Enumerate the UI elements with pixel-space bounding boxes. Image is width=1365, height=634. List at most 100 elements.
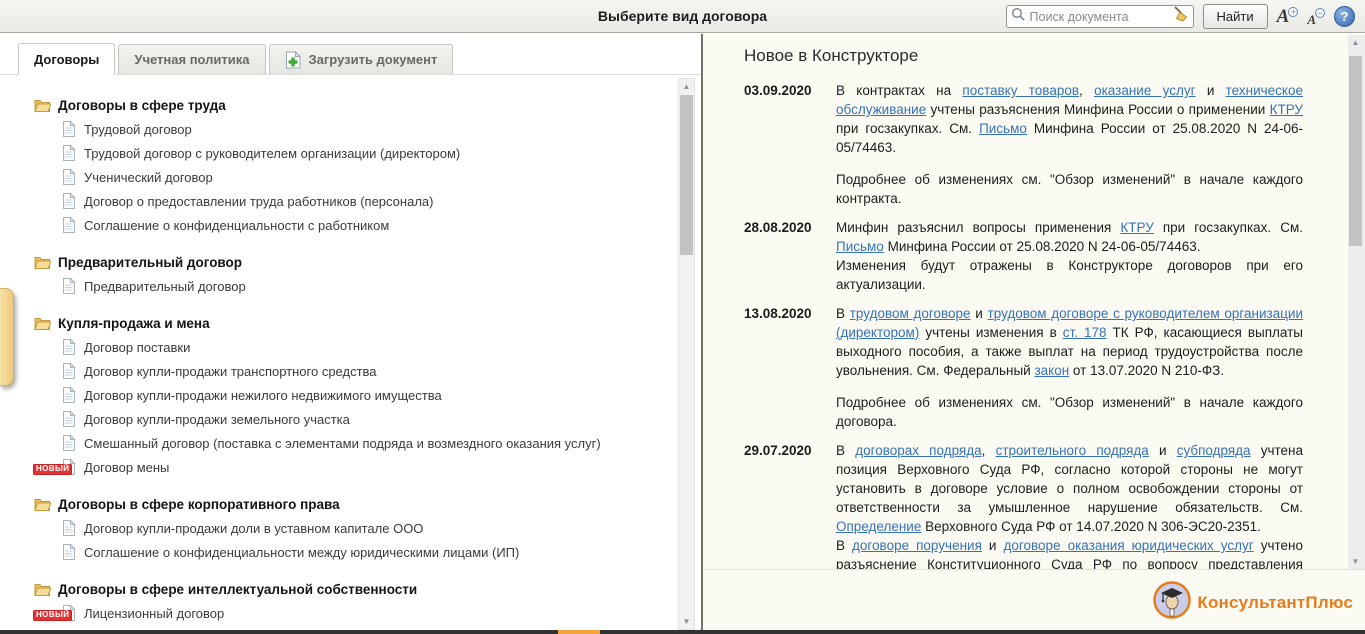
- scrollbar-thumb[interactable]: [680, 95, 693, 255]
- folder-icon: [34, 98, 51, 112]
- document-icon: [62, 544, 76, 560]
- tree-group-title: Договоры в сфере корпоративного права: [58, 497, 340, 512]
- news-link[interactable]: ст. 178: [1063, 325, 1107, 340]
- folder-icon: [34, 255, 51, 269]
- tree-group-header[interactable]: Договоры в сфере корпоративного права: [34, 492, 676, 516]
- tree-group-title: Договоры в сфере труда: [58, 98, 226, 113]
- scroll-down-arrow[interactable]: ▼: [679, 614, 694, 629]
- tab-учетная-политика[interactable]: Учетная политика: [118, 44, 265, 74]
- tree-item[interactable]: Предварительный договор: [34, 274, 676, 298]
- news-link[interactable]: договорах подряда: [855, 443, 981, 458]
- tree-item[interactable]: НОВЫЙДоговор мены: [34, 455, 676, 479]
- tree-item[interactable]: Договор поставки: [34, 335, 676, 359]
- news-title: Новое в Конструкторе: [744, 46, 1365, 66]
- news-text: Изменения будут отражены в Конструкторе …: [836, 258, 1303, 292]
- clear-search-icon[interactable]: [1172, 6, 1189, 27]
- tree-group-header[interactable]: Предварительный договор: [34, 250, 676, 274]
- news-body: Минфин разъяснил вопросы применения КТРУ…: [836, 218, 1303, 294]
- tree-item-label: Договор мены: [84, 460, 169, 475]
- news-paragraph: В контрактах на поставку товаров, оказан…: [836, 81, 1303, 157]
- scroll-up-arrow[interactable]: ▲: [679, 79, 694, 94]
- news-link[interactable]: КТРУ: [1120, 220, 1153, 235]
- news-date: 03.09.2020: [744, 81, 836, 208]
- tree-group-header[interactable]: Договоры в сфере интеллектуальной собств…: [34, 577, 676, 601]
- news-link[interactable]: оказание услуг: [1094, 83, 1195, 98]
- tree-item[interactable]: Договор купли-продажи земельного участка: [34, 407, 676, 431]
- scroll-up-arrow[interactable]: ▲: [1348, 35, 1363, 50]
- tab-bar: Договоры Учетная политика Загрузить докуме…: [0, 42, 701, 75]
- brand-logo: КонсультантПлюс: [1153, 581, 1353, 624]
- news-link[interactable]: строительного подряда: [996, 443, 1149, 458]
- news-paragraph: Подробнее об изменениях см. "Обзор измен…: [836, 170, 1303, 208]
- tree-item[interactable]: Соглашение о конфиденциальности между юр…: [34, 540, 676, 564]
- find-button[interactable]: Найти: [1203, 4, 1268, 29]
- document-icon: [62, 169, 76, 185]
- search-box[interactable]: [1006, 5, 1194, 28]
- tree-item[interactable]: НОВЫЙЛицензионный договор: [34, 601, 676, 625]
- news-link[interactable]: Определение: [836, 519, 921, 534]
- news-text: В: [836, 443, 855, 458]
- news-paragraph: В трудовом договоре и трудовом договоре …: [836, 304, 1303, 380]
- news-link[interactable]: Письмо: [836, 239, 884, 254]
- tree-group: Предварительный договор Предварительный д…: [34, 250, 676, 298]
- tree-group-title: Купля-продажа и мена: [58, 316, 210, 331]
- search-input[interactable]: [1028, 9, 1169, 25]
- news-paragraph: В договоре поручения и договоре оказания…: [836, 536, 1303, 570]
- news-text: В контрактах на: [836, 83, 962, 98]
- news-list: 03.09.2020В контрактах на поставку товар…: [744, 81, 1304, 570]
- tree-group-title: Договоры в сфере интеллектуальной собств…: [58, 582, 417, 597]
- news-text: Подробнее об изменениях см. "Обзор измен…: [836, 172, 1303, 206]
- news-paragraph: Изменения будут отражены в Конструкторе …: [836, 256, 1303, 294]
- news-text: при госзакупках. См.: [836, 121, 979, 136]
- left-scrollbar[interactable]: ▲ ▼: [678, 78, 695, 630]
- news-entry: 28.08.2020Минфин разъяснил вопросы приме…: [744, 218, 1304, 294]
- tree-item[interactable]: Договор купли-продажи транспортного сред…: [34, 359, 676, 383]
- news-link[interactable]: КТРУ: [1270, 102, 1303, 117]
- news-link[interactable]: поставку товаров: [962, 83, 1079, 98]
- news-entry: 29.07.2020В договорах подряда, строитель…: [744, 441, 1304, 570]
- tree-item[interactable]: Договор о предоставлении труда работнико…: [34, 189, 676, 213]
- tree-group-title: Предварительный договор: [58, 255, 242, 270]
- news-link[interactable]: субподряда: [1177, 443, 1251, 458]
- tree-item[interactable]: Ученический договор: [34, 165, 676, 189]
- help-icon[interactable]: ?: [1334, 6, 1355, 27]
- add-document-icon: [285, 51, 302, 69]
- tree-item[interactable]: Трудовой договор с руководителем организ…: [34, 141, 676, 165]
- font-increase-icon[interactable]: A+: [1277, 7, 1299, 26]
- tree-item[interactable]: Трудовой договор: [34, 117, 676, 141]
- news-text: и: [982, 538, 1004, 553]
- news-date: 29.07.2020: [744, 441, 836, 570]
- tab-договоры[interactable]: Договоры: [18, 43, 115, 75]
- news-body: В трудовом договоре и трудовом договоре …: [836, 304, 1303, 431]
- news-text: Минфин разъяснил вопросы применения: [836, 220, 1120, 235]
- tab-label: Учетная политика: [134, 52, 249, 67]
- news-date: 28.08.2020: [744, 218, 836, 294]
- news-link[interactable]: закон: [1034, 363, 1069, 378]
- tree-item[interactable]: Договор купли-продажи доли в уставном ка…: [34, 516, 676, 540]
- news-link[interactable]: договоре поручения: [852, 538, 982, 553]
- scroll-down-arrow[interactable]: ▼: [1348, 554, 1363, 569]
- news-body: В договорах подряда, строительного подря…: [836, 441, 1303, 570]
- scrollbar-thumb[interactable]: [1349, 56, 1362, 246]
- news-date: 13.08.2020: [744, 304, 836, 431]
- document-icon: [62, 339, 76, 355]
- tree-item[interactable]: Договор купли-продажи нежилого недвижимо…: [34, 383, 676, 407]
- side-flap-handle[interactable]: [0, 288, 14, 386]
- tab-загрузить-документ[interactable]: Загрузить документ: [269, 44, 454, 74]
- tree-item[interactable]: Смешанный договор (поставка с элементами…: [34, 431, 676, 455]
- news-link[interactable]: трудовом договоре: [850, 306, 971, 321]
- tree-group: Договоры в сфере труда Трудовой договорТр…: [34, 93, 676, 237]
- tree-item[interactable]: Соглашение о конфиденциальности с работн…: [34, 213, 676, 237]
- news-scrollbar[interactable]: ▲ ▼: [1348, 35, 1365, 569]
- news-link[interactable]: договоре оказания юридических услуг: [1004, 538, 1254, 553]
- tree-group-header[interactable]: Купля-продажа и мена: [34, 311, 676, 335]
- tree-group-header[interactable]: Договоры в сфере труда: [34, 93, 676, 117]
- news-paragraph: В договорах подряда, строительного подря…: [836, 441, 1303, 536]
- tree-item-label: Ученический договор: [84, 170, 213, 185]
- document-icon: [62, 387, 76, 403]
- tree-item-label: Договор купли-продажи нежилого недвижимо…: [84, 388, 442, 403]
- tree-group: Договоры в сфере интеллектуальной собств…: [34, 577, 676, 625]
- news-link[interactable]: Письмо: [979, 121, 1027, 136]
- document-icon: [62, 278, 76, 294]
- font-decrease-icon[interactable]: A−: [1307, 8, 1325, 26]
